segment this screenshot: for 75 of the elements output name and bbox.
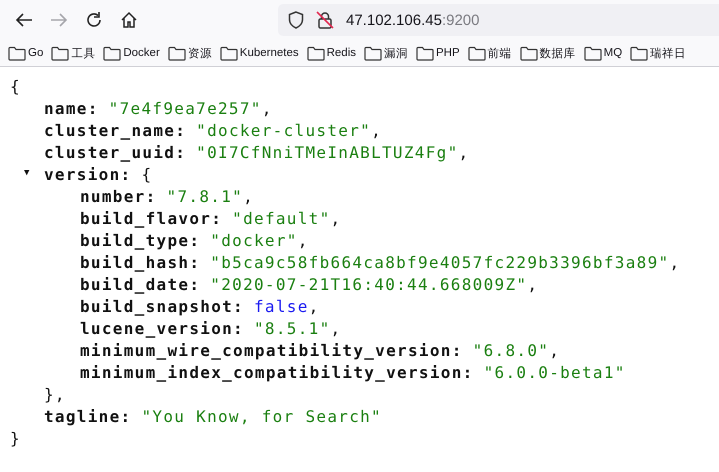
folder-icon xyxy=(306,46,325,60)
json-value: "docker" xyxy=(210,231,298,250)
json-key: build_flavor: xyxy=(80,209,222,228)
insecure-lock-icon[interactable] xyxy=(316,11,334,29)
json-key: cluster_name: xyxy=(44,121,186,140)
json-key: build_date: xyxy=(80,275,200,294)
folder-icon xyxy=(630,46,648,60)
folder-icon xyxy=(51,46,70,60)
url-host: 47.102.106.45 xyxy=(346,12,442,28)
bookmark-folder[interactable]: 瑞祥日 xyxy=(630,46,686,60)
json-value: "2020-07-21T16:40:44.668009Z" xyxy=(210,275,528,294)
folder-icon xyxy=(364,46,382,60)
bookmark-folder[interactable]: Docker xyxy=(103,46,160,60)
comma: , xyxy=(330,319,342,338)
json-key: tagline: xyxy=(44,407,132,426)
folder-icon xyxy=(520,46,538,60)
json-key: minimum_index_compatibility_version: xyxy=(80,363,474,382)
address-bar[interactable]: 47.102.106.45:9200 xyxy=(278,4,719,36)
folder-icon xyxy=(220,46,238,60)
folder-icon xyxy=(416,46,434,60)
comma: , xyxy=(458,143,470,162)
json-value: "b5ca9c58fb664ca8bf9e4057fc229b3396bf3a89" xyxy=(210,253,670,272)
json-value: "6.0.0-beta1" xyxy=(484,363,626,382)
json-value: "7e4f9ea7e257" xyxy=(108,99,262,118)
folder-icon xyxy=(8,46,26,60)
json-key: build_hash: xyxy=(80,253,200,272)
bookmark-folder[interactable]: 工具 xyxy=(51,46,96,60)
bookmark-folder[interactable]: Kubernetes xyxy=(220,46,299,60)
url-port: :9200 xyxy=(442,12,480,28)
bookmark-folder[interactable]: 漏洞 xyxy=(364,46,408,60)
shield-icon[interactable] xyxy=(288,11,304,29)
json-key: name: xyxy=(44,99,99,118)
folder-icon xyxy=(103,46,122,60)
json-key: number: xyxy=(80,187,157,206)
json-key: build_type: xyxy=(80,231,200,250)
json-key: build_snapshot: xyxy=(80,297,244,316)
open-brace: { xyxy=(141,165,152,184)
comma: , xyxy=(298,231,309,250)
bookmark-folder[interactable]: 前端 xyxy=(468,46,512,60)
json-value: "6.8.0" xyxy=(472,341,550,360)
json-value: "0I7CfNniTMeInABLTUZ4Fg" xyxy=(196,143,459,162)
json-key: version: xyxy=(44,165,132,184)
reload-icon[interactable] xyxy=(85,11,103,29)
comma: , xyxy=(669,253,680,272)
back-icon[interactable] xyxy=(15,12,33,28)
comma: , xyxy=(527,275,538,294)
json-value: "7.8.1" xyxy=(166,187,244,206)
json-value: "default" xyxy=(232,209,331,228)
folder-icon xyxy=(468,46,486,60)
json-value: "docker-cluster" xyxy=(196,121,372,140)
bookmark-folder[interactable]: Redis xyxy=(306,46,356,60)
json-value: false xyxy=(254,297,309,316)
close-brace: } xyxy=(10,429,21,448)
bookmark-folder[interactable]: 资源 xyxy=(168,46,212,60)
json-value: "You Know, for Search" xyxy=(141,407,382,426)
comma: , xyxy=(308,297,320,316)
json-key: lucene_version: xyxy=(80,319,244,338)
json-key: cluster_uuid: xyxy=(44,143,186,162)
json-value: "8.5.1" xyxy=(254,319,331,338)
home-icon[interactable] xyxy=(120,11,138,29)
comma: , xyxy=(243,187,254,206)
comma: , xyxy=(549,341,560,360)
comma: , xyxy=(371,121,382,140)
json-key: minimum_wire_compatibility_version: xyxy=(80,341,463,360)
expand-toggle[interactable]: ▼ xyxy=(24,162,31,184)
bookmark-folder[interactable]: 数据库 xyxy=(520,46,576,60)
bookmark-folder[interactable]: Go xyxy=(8,46,44,60)
folder-icon xyxy=(168,46,186,60)
close-brace: }, xyxy=(44,385,66,404)
open-brace: { xyxy=(10,77,21,96)
folder-icon xyxy=(584,46,602,60)
comma: , xyxy=(330,209,342,228)
bookmark-folder[interactable]: PHP xyxy=(416,46,460,60)
comma: , xyxy=(262,99,273,118)
bookmark-folder[interactable]: MQ xyxy=(584,46,622,60)
